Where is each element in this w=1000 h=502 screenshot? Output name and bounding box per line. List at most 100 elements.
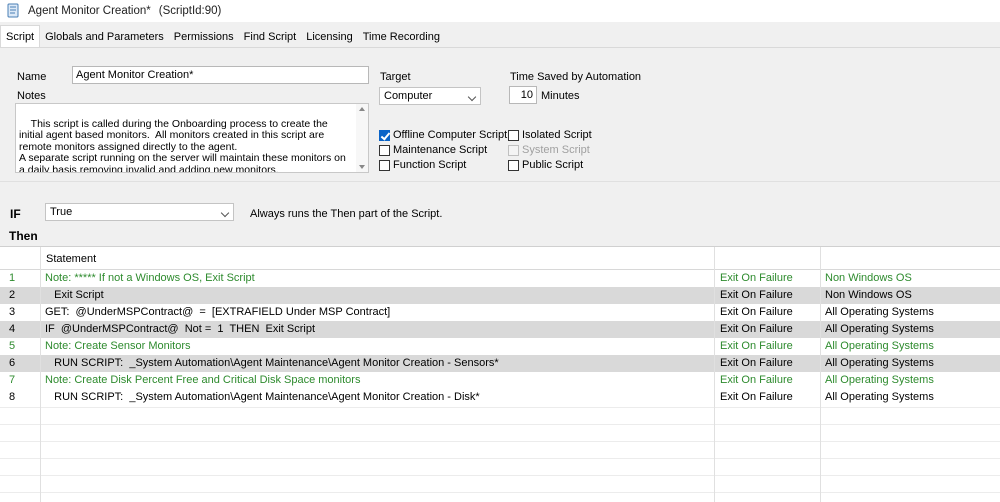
column-divider <box>820 247 821 502</box>
tab-permissions[interactable]: Permissions <box>169 27 239 47</box>
empty-row <box>0 458 1000 475</box>
script-properties-panel: Name Agent Monitor Creation* Notes This … <box>0 48 1000 182</box>
if-label: IF <box>10 207 21 221</box>
column-divider <box>40 247 41 502</box>
table-row[interactable]: 2 Exit Script Exit On Failure Non Window… <box>0 287 1000 304</box>
system-script-option: System Script <box>508 144 590 156</box>
offline-computer-script-checkbox[interactable] <box>379 129 390 141</box>
statement-cell: Note: ***** If not a Windows OS, Exit Sc… <box>45 272 255 284</box>
notes-text: This script is called during the Onboard… <box>19 117 346 173</box>
time-saved-label: Time Saved by Automation <box>510 71 642 83</box>
failure-cell: Exit On Failure <box>720 374 793 386</box>
isolated-script-checkbox[interactable] <box>508 129 519 141</box>
row-number: 6 <box>9 357 16 369</box>
row-number: 8 <box>9 391 16 403</box>
statement-cell: Note: Create Disk Percent Free and Criti… <box>45 374 361 386</box>
table-row[interactable]: 4 IF @UnderMSPContract@ Not = 1 THEN Exi… <box>0 321 1000 338</box>
notes-scrollbar[interactable] <box>356 104 368 172</box>
script-name-input[interactable]: Agent Monitor Creation* <box>72 66 369 84</box>
failure-cell: Exit On Failure <box>720 306 793 318</box>
statement-cell: GET: @UnderMSPContract@ = [EXTRAFIELD Un… <box>45 306 391 318</box>
table-row[interactable]: 8 RUN SCRIPT: _System Automation\Agent M… <box>0 389 1000 406</box>
failure-cell: Exit On Failure <box>720 340 793 352</box>
os-cell: All Operating Systems <box>825 323 934 335</box>
row-number: 3 <box>9 306 16 318</box>
statement-cell: IF @UnderMSPContract@ Not = 1 THEN Exit … <box>45 323 316 335</box>
failure-cell: Exit On Failure <box>720 323 793 335</box>
tab-time-recording[interactable]: Time Recording <box>358 27 445 47</box>
statement-column-header[interactable]: Statement <box>46 253 96 265</box>
tab-globals-and-parameters[interactable]: Globals and Parameters <box>40 27 169 47</box>
empty-row <box>0 475 1000 492</box>
tab-licensing[interactable]: Licensing <box>301 27 357 47</box>
function-script-checkbox[interactable] <box>379 159 390 171</box>
isolated-script-option[interactable]: Isolated Script <box>508 129 592 141</box>
table-row[interactable]: 6 RUN SCRIPT: _System Automation\Agent M… <box>0 355 1000 372</box>
table-row[interactable]: 1 Note: ***** If not a Windows OS, Exit … <box>0 270 1000 287</box>
chevron-down-icon <box>220 208 230 218</box>
row-number: 7 <box>9 374 16 386</box>
maintenance-script-label: Maintenance Script <box>393 144 488 156</box>
notes-textarea[interactable]: This script is called during the Onboard… <box>15 103 369 173</box>
statement-cell: RUN SCRIPT: _System Automation\Agent Mai… <box>45 391 480 403</box>
window-title: Agent Monitor Creation* <box>28 5 151 17</box>
if-condition-value: True <box>50 206 73 218</box>
statement-cell: Note: Create Sensor Monitors <box>45 340 191 352</box>
public-script-label: Public Script <box>522 159 584 171</box>
empty-row <box>0 424 1000 441</box>
name-label: Name <box>17 71 47 83</box>
offline-computer-script-label: Offline Computer Script <box>393 129 508 141</box>
os-cell: All Operating Systems <box>825 306 934 318</box>
if-description: Always runs the Then part of the Script. <box>250 208 443 220</box>
system-script-label: System Script <box>522 144 590 156</box>
public-script-option[interactable]: Public Script <box>508 159 583 171</box>
maintenance-script-checkbox[interactable] <box>379 144 390 156</box>
grid-header: Statement <box>0 247 1000 270</box>
row-number: 1 <box>9 272 16 284</box>
tab-strip: Script Globals and Parameters Permission… <box>0 25 1000 48</box>
if-condition-select[interactable]: True <box>45 203 234 221</box>
function-script-label: Function Script <box>393 159 467 171</box>
empty-row <box>0 441 1000 458</box>
offline-computer-script-option[interactable]: Offline Computer Script <box>379 129 507 141</box>
os-cell: Non Windows OS <box>825 289 912 301</box>
empty-row <box>0 492 1000 502</box>
statement-cell: RUN SCRIPT: _System Automation\Agent Mai… <box>45 357 499 369</box>
row-number: 2 <box>9 289 16 301</box>
chevron-down-icon <box>467 92 477 102</box>
table-row[interactable]: 3 GET: @UnderMSPContract@ = [EXTRAFIELD … <box>0 304 1000 321</box>
failure-cell: Exit On Failure <box>720 391 793 403</box>
statement-grid[interactable]: Statement 1 Note: ***** If not a Windows… <box>0 246 1000 502</box>
target-value: Computer <box>384 90 433 102</box>
statement-cell: Exit Script <box>45 289 104 301</box>
notes-label: Notes <box>17 90 46 102</box>
table-row[interactable]: 7 Note: Create Disk Percent Free and Cri… <box>0 372 1000 389</box>
target-label: Target <box>380 71 411 83</box>
column-divider <box>714 247 715 502</box>
failure-cell: Exit On Failure <box>720 272 793 284</box>
os-cell: Non Windows OS <box>825 272 912 284</box>
failure-cell: Exit On Failure <box>720 289 793 301</box>
title-bar: Agent Monitor Creation* (ScriptId:90) <box>0 0 1000 22</box>
maintenance-script-option[interactable]: Maintenance Script <box>379 144 487 156</box>
tab-script[interactable]: Script <box>0 25 41 47</box>
row-number: 5 <box>9 340 16 352</box>
table-row[interactable]: 5 Note: Create Sensor Monitors Exit On F… <box>0 338 1000 355</box>
function-script-option[interactable]: Function Script <box>379 159 466 171</box>
script-scroll-icon <box>6 3 20 19</box>
target-select[interactable]: Computer <box>379 87 481 105</box>
public-script-checkbox[interactable] <box>508 159 519 171</box>
system-script-checkbox <box>508 144 519 156</box>
empty-row <box>0 407 1000 424</box>
tab-find-script[interactable]: Find Script <box>239 27 302 47</box>
failure-cell: Exit On Failure <box>720 357 793 369</box>
os-cell: All Operating Systems <box>825 357 934 369</box>
os-cell: All Operating Systems <box>825 391 934 403</box>
os-cell: All Operating Systems <box>825 340 934 352</box>
isolated-script-label: Isolated Script <box>522 129 592 141</box>
then-label: Then <box>9 229 38 243</box>
os-cell: All Operating Systems <box>825 374 934 386</box>
time-saved-input[interactable]: 10 <box>509 86 537 104</box>
row-number: 4 <box>9 323 16 335</box>
script-id: (ScriptId:90) <box>158 5 222 17</box>
